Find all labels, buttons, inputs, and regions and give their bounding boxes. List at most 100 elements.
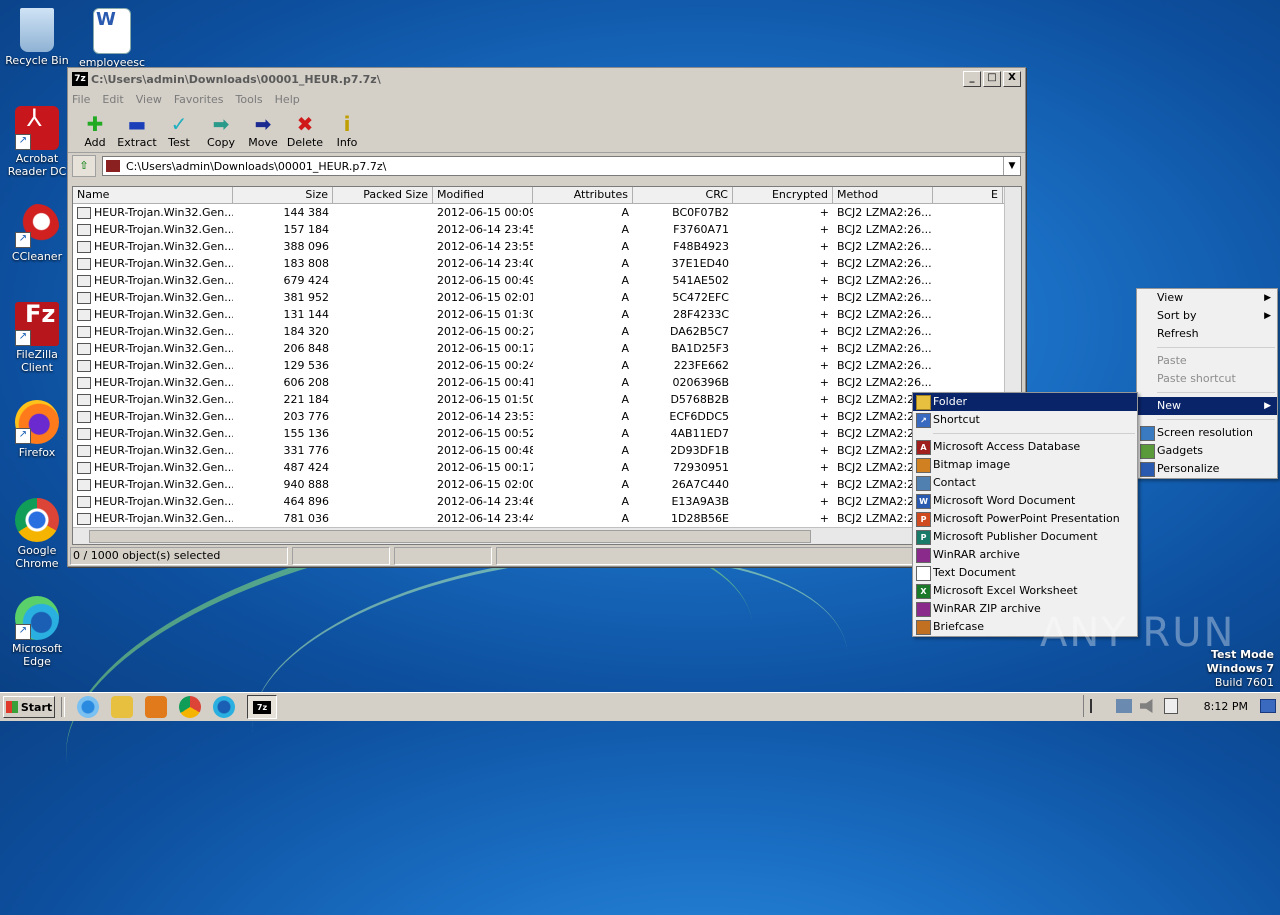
move-button[interactable]: ➡ Move bbox=[242, 108, 284, 152]
menu-help[interactable]: Help bbox=[275, 93, 300, 106]
taskbar-7zip-button[interactable]: 7z bbox=[247, 695, 277, 719]
column-header-modified[interactable]: Modified bbox=[433, 187, 533, 203]
menu-item-gadgets[interactable]: Gadgets bbox=[1137, 442, 1277, 460]
clock[interactable]: 8:12 PM bbox=[1204, 700, 1248, 713]
menu-view[interactable]: View bbox=[136, 93, 162, 106]
column-header-encrypted[interactable]: Encrypted bbox=[733, 187, 833, 203]
info-button[interactable]: i Info bbox=[326, 108, 368, 152]
desktop-icon-label: Microsoft Edge bbox=[11, 642, 63, 668]
table-row[interactable]: HEUR-Trojan.Win32.Gen... 203 776 2012-06-1… bbox=[73, 408, 1021, 425]
table-row[interactable]: HEUR-Trojan.Win32.Gen... 155 136 2012-06-1… bbox=[73, 425, 1021, 442]
cell-packed-size bbox=[333, 255, 433, 272]
desktop-icon-acrobat[interactable]: ⅄ ↗ Acrobat Reader DC bbox=[0, 106, 74, 178]
internet-explorer-icon[interactable] bbox=[77, 696, 99, 718]
edge-icon[interactable] bbox=[213, 696, 235, 718]
menu-item-publisher[interactable]: P Microsoft Publisher Document bbox=[913, 528, 1137, 546]
check-icon: ✓ bbox=[170, 112, 188, 136]
menu-item-access-database[interactable]: A Microsoft Access Database bbox=[913, 438, 1137, 456]
column-header-extra[interactable]: E bbox=[933, 187, 1003, 203]
table-row[interactable]: HEUR-Trojan.Win32.Gen... 606 208 2012-06-1… bbox=[73, 374, 1021, 391]
file-icon bbox=[77, 410, 91, 423]
file-icon bbox=[77, 393, 91, 406]
table-row[interactable]: HEUR-Trojan.Win32.Gen... 331 776 2012-06-1… bbox=[73, 442, 1021, 459]
title-bar[interactable]: 7z C:\Users\admin\Downloads\00001_HEUR.p… bbox=[68, 68, 1025, 90]
menu-item-sort-by[interactable]: Sort by ▶ bbox=[1137, 307, 1277, 325]
table-row[interactable]: HEUR-Trojan.Win32.Gen... 184 320 2012-06-1… bbox=[73, 323, 1021, 340]
delete-button[interactable]: ✖ Delete bbox=[284, 108, 326, 152]
horizontal-scrollbar[interactable] bbox=[73, 527, 1005, 544]
column-header-crc[interactable]: CRC bbox=[633, 187, 733, 203]
address-combobox[interactable]: C:\Users\admin\Downloads\00001_HEUR.p7.7… bbox=[102, 156, 1021, 176]
table-row[interactable]: HEUR-Trojan.Win32.Gen... 487 424 2012-06-1… bbox=[73, 459, 1021, 476]
desktop-icon-employeesc[interactable]: W employeesc bbox=[75, 8, 149, 69]
column-header-attributes[interactable]: Attributes bbox=[533, 187, 633, 203]
menu-item-new[interactable]: New ▶ bbox=[1137, 397, 1277, 415]
menu-item-word-document[interactable]: W Microsoft Word Document bbox=[913, 492, 1137, 510]
menu-edit[interactable]: Edit bbox=[102, 93, 123, 106]
menu-item-personalize[interactable]: Personalize bbox=[1137, 460, 1277, 478]
menu-tools[interactable]: Tools bbox=[236, 93, 263, 106]
table-row[interactable]: HEUR-Trojan.Win32.Gen... 781 036 2012-06-1… bbox=[73, 510, 1021, 527]
start-button[interactable]: Start bbox=[3, 696, 55, 718]
menu-favorites[interactable]: Favorites bbox=[174, 93, 224, 106]
plus-icon: ✚ bbox=[86, 112, 104, 136]
table-row[interactable]: HEUR-Trojan.Win32.Gen... 157 184 2012-06-1… bbox=[73, 221, 1021, 238]
desktop-icon-chrome[interactable]: Google Chrome bbox=[0, 498, 74, 570]
menu-item-screen-resolution[interactable]: Screen resolution bbox=[1137, 424, 1277, 442]
minimize-button[interactable]: _ bbox=[963, 71, 981, 87]
desktop-icon-firefox[interactable]: ↗ Firefox bbox=[0, 400, 74, 459]
copy-button[interactable]: ➡ Copy bbox=[200, 108, 242, 152]
table-row[interactable]: HEUR-Trojan.Win32.Gen... 381 952 2012-06-1… bbox=[73, 289, 1021, 306]
desktop-icon-filezilla[interactable]: Fz ↗ FileZilla Client bbox=[0, 302, 74, 374]
media-player-icon[interactable] bbox=[145, 696, 167, 718]
menu-item-view[interactable]: View ▶ bbox=[1137, 289, 1277, 307]
menu-item-folder[interactable]: Folder bbox=[913, 393, 1137, 411]
up-folder-button[interactable]: ⇧ bbox=[72, 155, 96, 177]
table-row[interactable]: HEUR-Trojan.Win32.Gen... 940 888 2012-06-1… bbox=[73, 476, 1021, 493]
table-row[interactable]: HEUR-Trojan.Win32.Gen... 388 096 2012-06-1… bbox=[73, 238, 1021, 255]
table-row[interactable]: HEUR-Trojan.Win32.Gen... 144 384 2012-06-1… bbox=[73, 204, 1021, 221]
volume-icon[interactable] bbox=[1139, 699, 1153, 713]
menu-item-contact[interactable]: Contact bbox=[913, 474, 1137, 492]
menu-item-shortcut[interactable]: ↗ Shortcut bbox=[913, 411, 1137, 429]
table-row[interactable]: HEUR-Trojan.Win32.Gen... 221 184 2012-06-1… bbox=[73, 391, 1021, 408]
close-button[interactable]: X bbox=[1003, 71, 1021, 87]
cell-encrypted: + bbox=[819, 342, 829, 355]
table-row[interactable]: HEUR-Trojan.Win32.Gen... 206 848 2012-06-1… bbox=[73, 340, 1021, 357]
scrollbar-thumb[interactable] bbox=[89, 530, 811, 543]
cell-modified: 2012-06-15 00:48 bbox=[437, 444, 533, 457]
table-row[interactable]: HEUR-Trojan.Win32.Gen... 129 536 2012-06-1… bbox=[73, 357, 1021, 374]
chrome-icon[interactable] bbox=[179, 696, 201, 718]
column-header-method[interactable]: Method bbox=[833, 187, 933, 203]
explorer-folder-icon[interactable] bbox=[111, 696, 133, 718]
show-desktop-icon[interactable] bbox=[1260, 699, 1276, 713]
flag-icon[interactable] bbox=[1089, 699, 1108, 713]
menu-item-paste-shortcut[interactable]: Paste shortcut bbox=[1137, 370, 1277, 388]
test-button[interactable]: ✓ Test bbox=[158, 108, 200, 152]
test-mode-text: Test Mode Windows 7 Build 7601 bbox=[1207, 648, 1274, 690]
add-button[interactable]: ✚ Add bbox=[74, 108, 116, 152]
chevron-down-icon[interactable]: ▼ bbox=[1003, 157, 1020, 175]
menu-item-bitmap-image[interactable]: Bitmap image bbox=[913, 456, 1137, 474]
maximize-button[interactable]: □ bbox=[983, 71, 1001, 87]
action-center-icon[interactable] bbox=[1163, 698, 1178, 714]
network-icon[interactable] bbox=[1115, 699, 1132, 713]
menu-item-text-document[interactable]: Text Document bbox=[913, 564, 1137, 582]
menu-item-powerpoint[interactable]: P Microsoft PowerPoint Presentation bbox=[913, 510, 1137, 528]
desktop-icon-recycle-bin[interactable]: Recycle Bin bbox=[0, 8, 74, 67]
desktop-icon-edge[interactable]: ↗ Microsoft Edge bbox=[0, 596, 74, 668]
menu-item-refresh[interactable]: Refresh bbox=[1137, 325, 1277, 343]
table-row[interactable]: HEUR-Trojan.Win32.Gen... 183 808 2012-06-1… bbox=[73, 255, 1021, 272]
column-header-packed-size[interactable]: Packed Size bbox=[333, 187, 433, 203]
column-header-name[interactable]: Name bbox=[73, 187, 233, 203]
menu-item-paste[interactable]: Paste bbox=[1137, 352, 1277, 370]
table-row[interactable]: HEUR-Trojan.Win32.Gen... 679 424 2012-06-1… bbox=[73, 272, 1021, 289]
menu-file[interactable]: File bbox=[72, 93, 90, 106]
desktop-icon-ccleaner[interactable]: ↗ CCleaner bbox=[0, 204, 74, 263]
menu-item-excel-worksheet[interactable]: X Microsoft Excel Worksheet bbox=[913, 582, 1137, 600]
menu-item-winrar-archive[interactable]: WinRAR archive bbox=[913, 546, 1137, 564]
column-header-size[interactable]: Size bbox=[233, 187, 333, 203]
table-row[interactable]: HEUR-Trojan.Win32.Gen... 464 896 2012-06-1… bbox=[73, 493, 1021, 510]
table-row[interactable]: HEUR-Trojan.Win32.Gen... 131 144 2012-06-1… bbox=[73, 306, 1021, 323]
extract-button[interactable]: ▬ Extract bbox=[116, 108, 158, 152]
